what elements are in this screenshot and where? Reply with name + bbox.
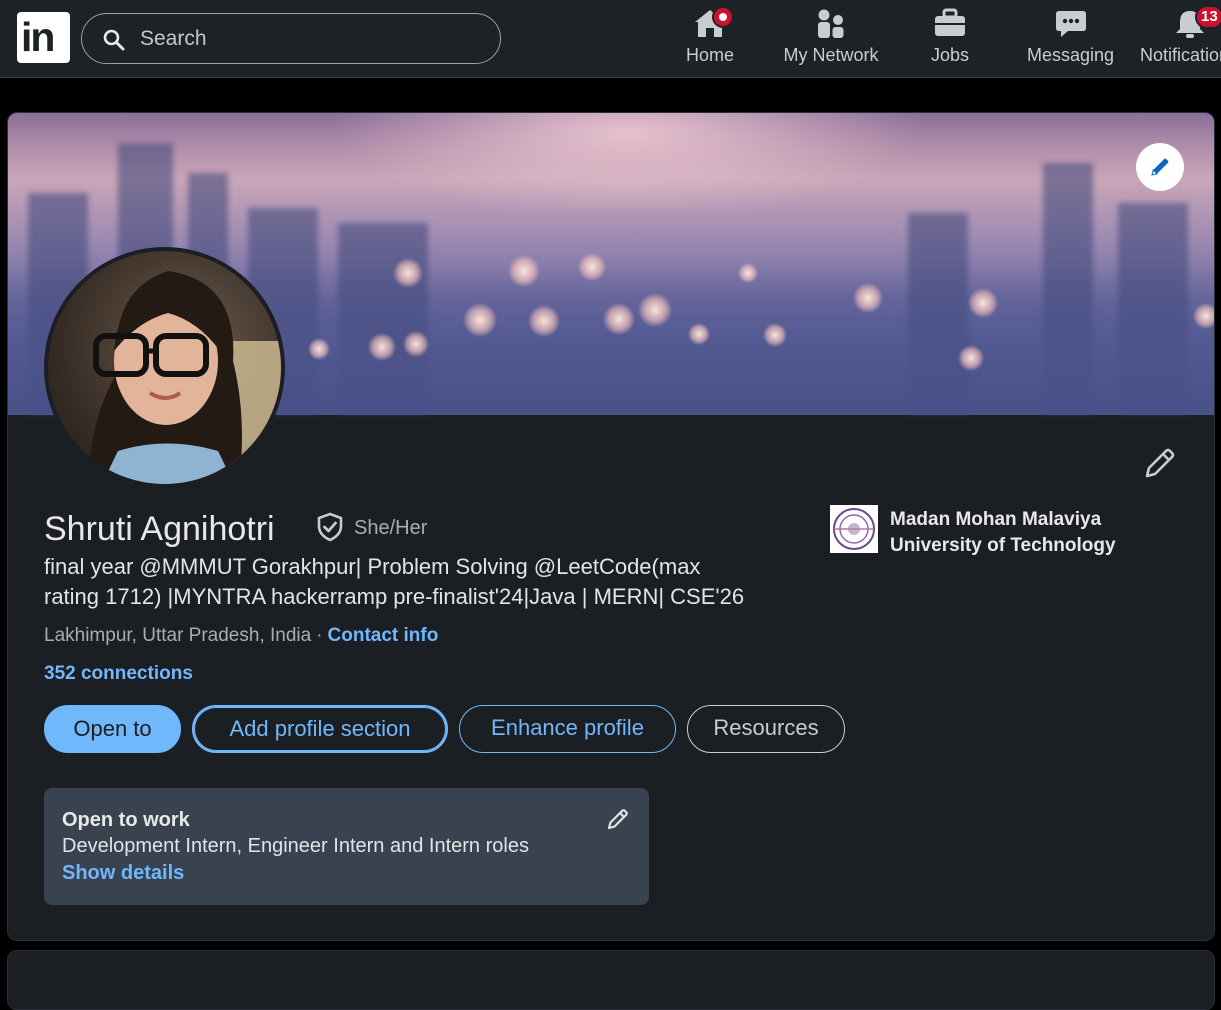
nav-jobs[interactable]: Jobs: [910, 0, 990, 78]
profile-photo-image: [88, 271, 281, 484]
nav-home[interactable]: Home: [670, 0, 750, 78]
open-to-button[interactable]: Open to: [44, 705, 181, 753]
pencil-icon: [607, 809, 628, 830]
contact-info-link[interactable]: Contact info: [328, 625, 439, 646]
next-section-card: [7, 950, 1215, 1010]
message-icon: [1055, 11, 1086, 37]
top-nav: in Home My Network Jobs: [0, 0, 1221, 78]
open-to-work-title: Open to work: [62, 809, 190, 831]
search-input[interactable]: [140, 24, 480, 54]
search-icon: [103, 29, 125, 51]
pencil-icon: [1151, 158, 1169, 176]
university-name: Madan Mohan Malaviya University of Techn…: [890, 507, 1150, 559]
university-logo: [830, 505, 878, 553]
home-notification-dot: [712, 6, 734, 28]
nav-notifications[interactable]: 13 Notifications: [1140, 0, 1221, 78]
edit-intro-button[interactable]: [1143, 446, 1177, 485]
edit-banner-button[interactable]: [1136, 143, 1184, 191]
nav-jobs-label: Jobs: [930, 45, 970, 65]
search-bar[interactable]: [81, 13, 501, 64]
headline-line-1: final year @MMMUT Gorakhpur| Problem Sol…: [44, 554, 701, 579]
notifications-count-badge: 13: [1195, 5, 1221, 29]
briefcase-icon: [935, 8, 965, 36]
pencil-icon: [1145, 448, 1175, 478]
nav-messaging-label: Messaging: [1026, 45, 1115, 65]
nav-my-network-label: My Network: [783, 45, 879, 65]
open-to-work-roles: Development Intern, Engineer Intern and …: [62, 835, 529, 857]
headline-line-2: rating 1712) |MYNTRA hackerramp pre-fina…: [44, 584, 745, 609]
nav-messaging[interactable]: Messaging: [1022, 0, 1119, 78]
profile-photo[interactable]: [44, 247, 285, 488]
show-details-link[interactable]: Show details: [62, 862, 184, 885]
separator: ·: [316, 625, 323, 646]
university-name-line-1: Madan Mohan Malaviya: [890, 509, 1102, 530]
edit-open-to-work-button[interactable]: [606, 807, 630, 836]
enhance-profile-button[interactable]: Enhance profile: [459, 705, 676, 753]
location-text: Lakhimpur, Uttar Pradesh, India: [44, 625, 312, 646]
profile-headline: final year @MMMUT Gorakhpur| Problem Sol…: [44, 552, 804, 612]
connections-link[interactable]: 352 connections: [44, 663, 193, 685]
nav-notifications-label: Notifications: [1140, 45, 1221, 65]
nav-home-label: Home: [685, 45, 734, 65]
location-row: Lakhimpur, Uttar Pradesh, India · Contact …: [44, 625, 438, 647]
resources-button[interactable]: Resources: [687, 705, 845, 753]
nav-my-network[interactable]: My Network: [775, 0, 887, 78]
people-icon: [818, 9, 844, 38]
linkedin-logo[interactable]: in: [17, 12, 70, 63]
pronouns: She/Her: [354, 517, 428, 539]
profile-name: Shruti Agnihotri: [44, 510, 275, 548]
profile-card: Shruti Agnihotri She/Her final year @MMM…: [7, 112, 1215, 941]
add-profile-section-button[interactable]: Add profile section: [192, 705, 448, 753]
university-name-line-2: University of Technology: [890, 535, 1116, 556]
open-to-work-card[interactable]: Open to work Development Intern, Enginee…: [44, 788, 649, 905]
verified-shield-icon[interactable]: [315, 512, 345, 542]
